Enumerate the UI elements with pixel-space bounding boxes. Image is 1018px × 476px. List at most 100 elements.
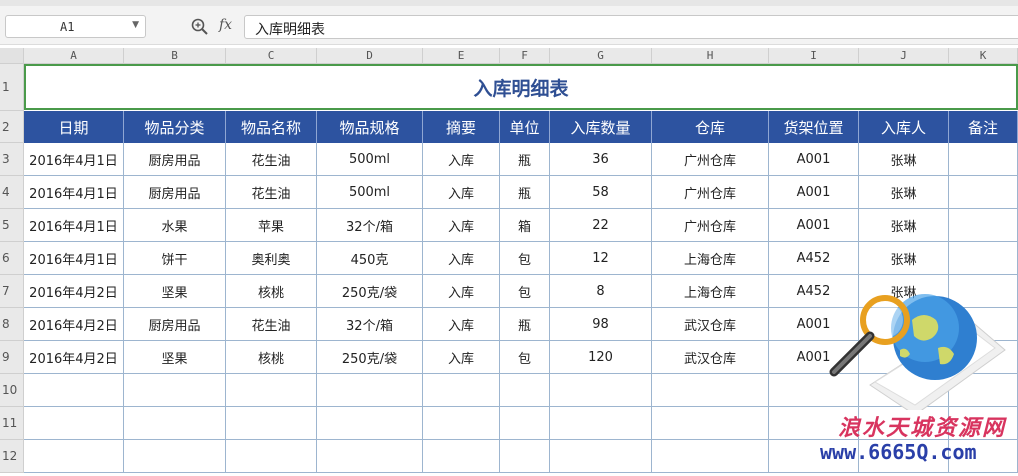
table-header-cell[interactable]: 摘要 bbox=[423, 111, 500, 143]
sheet-title-cell[interactable]: 入库明细表 bbox=[24, 64, 1018, 110]
table-cell[interactable]: 250克/袋 bbox=[317, 341, 423, 374]
table-cell[interactable] bbox=[500, 374, 550, 407]
table-cell[interactable] bbox=[24, 440, 124, 473]
table-cell[interactable]: 上海仓库 bbox=[652, 275, 769, 308]
table-cell[interactable] bbox=[226, 407, 317, 440]
table-cell[interactable]: 2016年4月1日 bbox=[24, 176, 124, 209]
table-cell[interactable] bbox=[423, 374, 500, 407]
table-cell[interactable]: 98 bbox=[550, 308, 652, 341]
table-cell[interactable]: 广州仓库 bbox=[652, 176, 769, 209]
row-header[interactable]: 12 bbox=[0, 440, 24, 473]
table-cell[interactable]: 核桃 bbox=[226, 275, 317, 308]
column-header[interactable]: I bbox=[769, 48, 859, 64]
table-cell[interactable]: 核桃 bbox=[226, 341, 317, 374]
row-header[interactable]: 8 bbox=[0, 308, 24, 341]
table-cell[interactable]: 32个/箱 bbox=[317, 209, 423, 242]
table-cell[interactable]: 2016年4月2日 bbox=[24, 341, 124, 374]
table-cell[interactable]: 2016年4月1日 bbox=[24, 242, 124, 275]
row-header[interactable]: 6 bbox=[0, 242, 24, 275]
table-cell[interactable]: 入库 bbox=[423, 209, 500, 242]
table-cell[interactable]: A001 bbox=[769, 143, 859, 176]
row-header[interactable]: 1 bbox=[0, 64, 24, 111]
column-header[interactable]: B bbox=[124, 48, 226, 64]
table-cell[interactable]: 上海仓库 bbox=[652, 242, 769, 275]
table-cell[interactable] bbox=[317, 374, 423, 407]
table-cell[interactable] bbox=[124, 374, 226, 407]
zoom-icon[interactable] bbox=[190, 17, 210, 37]
table-cell[interactable] bbox=[423, 407, 500, 440]
table-cell[interactable]: 500ml bbox=[317, 176, 423, 209]
table-cell[interactable]: 武汉仓库 bbox=[652, 341, 769, 374]
table-cell[interactable]: 2016年4月2日 bbox=[24, 275, 124, 308]
chevron-down-icon[interactable]: ▼ bbox=[132, 20, 139, 30]
table-header-cell[interactable]: 入库人 bbox=[859, 111, 949, 143]
table-cell[interactable] bbox=[423, 440, 500, 473]
table-cell[interactable] bbox=[317, 440, 423, 473]
table-cell[interactable]: 包 bbox=[500, 242, 550, 275]
column-header[interactable]: G bbox=[550, 48, 652, 64]
table-header-cell[interactable]: 备注 bbox=[949, 111, 1018, 143]
table-cell[interactable] bbox=[949, 176, 1018, 209]
table-cell[interactable]: 奥利奥 bbox=[226, 242, 317, 275]
table-cell[interactable] bbox=[24, 374, 124, 407]
table-header-cell[interactable]: 单位 bbox=[500, 111, 550, 143]
table-cell[interactable]: 120 bbox=[550, 341, 652, 374]
table-header-cell[interactable]: 日期 bbox=[24, 111, 124, 143]
row-header[interactable]: 3 bbox=[0, 143, 24, 176]
column-header[interactable]: D bbox=[317, 48, 423, 64]
table-cell[interactable] bbox=[550, 374, 652, 407]
table-cell[interactable] bbox=[124, 407, 226, 440]
table-cell[interactable]: 入库 bbox=[423, 176, 500, 209]
table-cell[interactable]: 22 bbox=[550, 209, 652, 242]
table-cell[interactable]: 入库 bbox=[423, 143, 500, 176]
table-cell[interactable]: 500ml bbox=[317, 143, 423, 176]
table-header-cell[interactable]: 仓库 bbox=[652, 111, 769, 143]
column-header[interactable]: A bbox=[24, 48, 124, 64]
table-cell[interactable]: 瓶 bbox=[500, 176, 550, 209]
table-cell[interactable]: 张琳 bbox=[859, 176, 949, 209]
table-cell[interactable]: 入库 bbox=[423, 341, 500, 374]
table-cell[interactable]: 入库 bbox=[423, 275, 500, 308]
table-cell[interactable] bbox=[500, 440, 550, 473]
table-cell[interactable]: 广州仓库 bbox=[652, 143, 769, 176]
table-cell[interactable] bbox=[652, 374, 769, 407]
table-cell[interactable]: 坚果 bbox=[124, 341, 226, 374]
table-cell[interactable] bbox=[226, 440, 317, 473]
table-cell[interactable]: 32个/箱 bbox=[317, 308, 423, 341]
row-header[interactable]: 5 bbox=[0, 209, 24, 242]
row-header[interactable]: 4 bbox=[0, 176, 24, 209]
table-cell[interactable]: 450克 bbox=[317, 242, 423, 275]
table-cell[interactable]: 36 bbox=[550, 143, 652, 176]
table-cell[interactable]: 张琳 bbox=[859, 209, 949, 242]
fx-icon[interactable]: fx bbox=[219, 17, 232, 33]
table-cell[interactable]: 广州仓库 bbox=[652, 209, 769, 242]
table-cell[interactable]: 8 bbox=[550, 275, 652, 308]
table-cell[interactable]: 坚果 bbox=[124, 275, 226, 308]
row-header[interactable]: 2 bbox=[0, 111, 24, 143]
table-cell[interactable] bbox=[124, 440, 226, 473]
table-cell[interactable]: A001 bbox=[769, 176, 859, 209]
table-header-cell[interactable]: 物品规格 bbox=[317, 111, 423, 143]
table-cell[interactable]: 2016年4月1日 bbox=[24, 143, 124, 176]
table-header-cell[interactable]: 物品分类 bbox=[124, 111, 226, 143]
table-header-cell[interactable]: 货架位置 bbox=[769, 111, 859, 143]
table-cell[interactable]: A001 bbox=[769, 209, 859, 242]
table-cell[interactable] bbox=[652, 407, 769, 440]
table-cell[interactable]: 瓶 bbox=[500, 308, 550, 341]
column-header[interactable]: H bbox=[652, 48, 769, 64]
select-all-corner[interactable] bbox=[0, 48, 24, 64]
column-header[interactable]: C bbox=[226, 48, 317, 64]
column-header[interactable]: J bbox=[859, 48, 949, 64]
table-cell[interactable]: 饼干 bbox=[124, 242, 226, 275]
table-cell[interactable]: 花生油 bbox=[226, 308, 317, 341]
table-cell[interactable] bbox=[24, 407, 124, 440]
table-cell[interactable]: 水果 bbox=[124, 209, 226, 242]
table-cell[interactable]: 2016年4月1日 bbox=[24, 209, 124, 242]
table-cell[interactable]: 厨房用品 bbox=[124, 176, 226, 209]
table-cell[interactable]: 包 bbox=[500, 341, 550, 374]
column-header[interactable]: K bbox=[949, 48, 1018, 64]
table-cell[interactable] bbox=[550, 440, 652, 473]
row-header[interactable]: 11 bbox=[0, 407, 24, 440]
name-box[interactable]: A1 ▼ bbox=[5, 15, 146, 38]
table-cell[interactable] bbox=[949, 143, 1018, 176]
